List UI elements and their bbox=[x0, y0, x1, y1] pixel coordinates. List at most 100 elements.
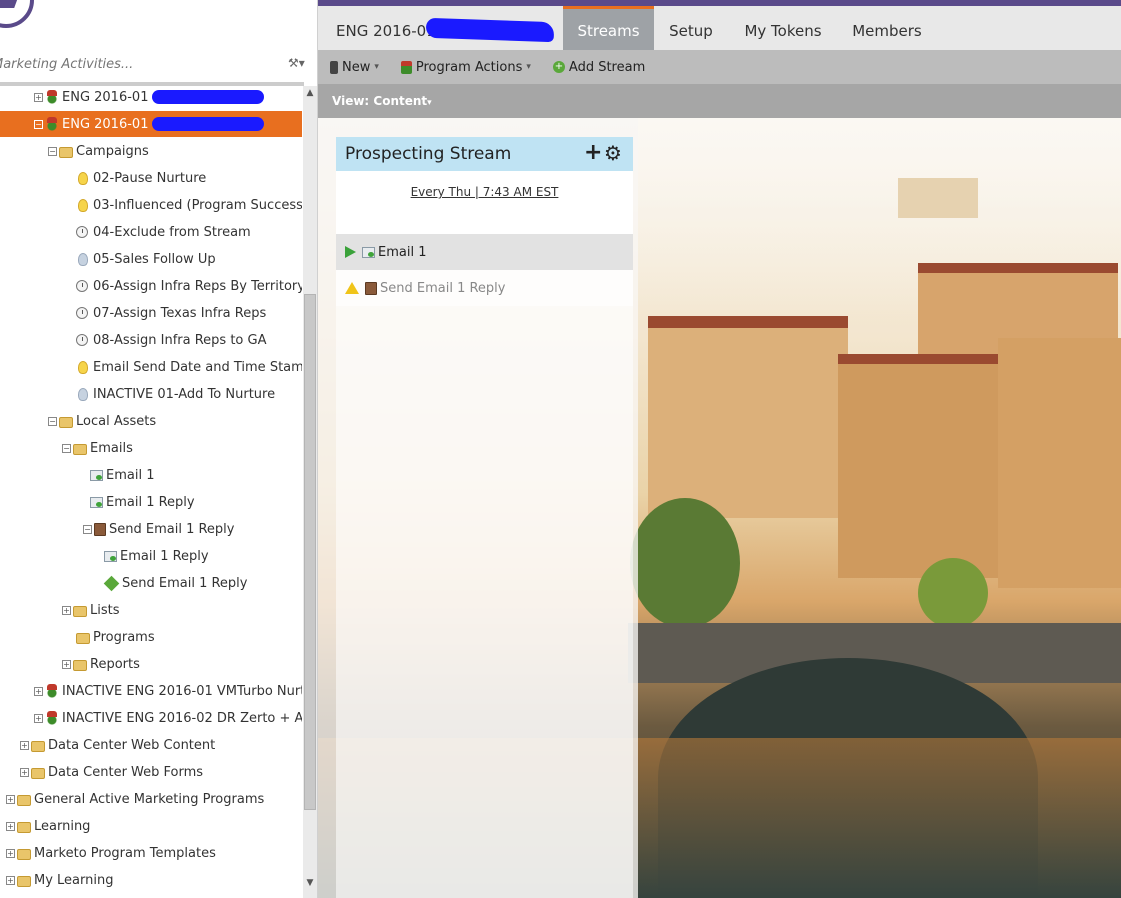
stream-cadence-link[interactable]: Every Thu | 7:43 AM EST bbox=[336, 185, 633, 199]
tree-item-label: 07-Assign Texas Infra Reps bbox=[93, 305, 267, 321]
expand-toggle-icon[interactable]: + bbox=[6, 821, 15, 831]
tree-item-label: Email 1 bbox=[106, 467, 155, 483]
tree-item[interactable]: Email 1 Reply bbox=[0, 543, 302, 569]
expand-toggle-icon[interactable]: + bbox=[34, 686, 43, 696]
marketing-activities-tree: + ENG 2016-01 − ENG 2016-01 − Campaigns 02-Pau… bbox=[0, 84, 302, 898]
scroll-down-arrow-icon[interactable]: ▼ bbox=[303, 878, 317, 892]
email-icon bbox=[90, 469, 103, 481]
tab-streams[interactable]: Streams bbox=[563, 6, 654, 50]
folder-icon bbox=[17, 848, 31, 860]
new-menu-button[interactable]: New ▾ bbox=[330, 60, 379, 75]
expand-toggle-icon[interactable]: + bbox=[20, 767, 29, 777]
left-navigation-panel: ⚒▾ + ENG 2016-01 − ENG 2016-01 − Campaigns 02-… bbox=[0, 0, 318, 898]
tree-item[interactable]: 07-Assign Texas Infra Reps bbox=[0, 300, 302, 326]
dropdown-arrow-icon: ▾ bbox=[526, 62, 531, 72]
view-content-dropdown[interactable]: View: Content bbox=[332, 94, 427, 108]
tree-item[interactable]: − Emails bbox=[0, 435, 302, 461]
scheduled-campaign-clock-icon bbox=[76, 334, 88, 346]
search-input[interactable] bbox=[0, 50, 280, 78]
tree-item[interactable]: 08-Assign Infra Reps to GA bbox=[0, 327, 302, 353]
tab-members[interactable]: Members bbox=[840, 6, 934, 50]
collapse-toggle-icon[interactable]: − bbox=[48, 146, 57, 156]
folder-icon bbox=[73, 605, 87, 617]
tree-item[interactable]: − Campaigns bbox=[0, 138, 302, 164]
expand-toggle-icon[interactable]: + bbox=[62, 659, 71, 669]
collapse-toggle-icon[interactable]: − bbox=[62, 443, 71, 453]
collapse-toggle-icon[interactable]: − bbox=[83, 524, 92, 534]
folder-icon bbox=[73, 659, 87, 671]
tree-item[interactable]: + Data Center Web Content bbox=[0, 732, 302, 758]
tree-item[interactable]: Email 1 bbox=[0, 462, 302, 488]
tree-item[interactable]: − Local Assets bbox=[0, 408, 302, 434]
expand-toggle-icon[interactable]: + bbox=[6, 794, 15, 804]
expand-toggle-icon[interactable]: + bbox=[34, 713, 43, 723]
collapse-toggle-icon[interactable]: − bbox=[48, 416, 57, 426]
add-content-plus-icon[interactable]: + bbox=[584, 142, 602, 164]
scheduled-campaign-clock-icon bbox=[76, 307, 88, 319]
collapse-toggle-icon[interactable]: − bbox=[34, 119, 43, 129]
tree-item-label: INACTIVE 01-Add To Nurture bbox=[93, 386, 276, 402]
scroll-up-arrow-icon[interactable]: ▲ bbox=[303, 88, 317, 102]
tree-item-label: My Learning bbox=[34, 872, 114, 888]
tree-item[interactable]: + Marketo Program Templates bbox=[0, 840, 302, 866]
tree-item[interactable]: + INACTIVE ENG 2016-01 VMTurbo Nurture bbox=[0, 678, 302, 704]
add-stream-button[interactable]: + Add Stream bbox=[552, 60, 645, 75]
tree-item[interactable]: + Learning bbox=[0, 813, 302, 839]
tree-item-label: Data Center Web Forms bbox=[48, 764, 204, 780]
tab-setup[interactable]: Setup bbox=[656, 6, 726, 50]
tree-item[interactable]: Email Send Date and Time Stamp bbox=[0, 354, 302, 380]
expand-toggle-icon[interactable]: + bbox=[62, 605, 71, 615]
tree-item[interactable]: + General Active Marketing Programs bbox=[0, 786, 302, 812]
tree-item-label: Email 1 Reply bbox=[106, 494, 195, 510]
stream-content-item[interactable]: Email 1 bbox=[336, 234, 633, 270]
filter-search-icon[interactable]: ⚒▾ bbox=[288, 56, 312, 72]
tree-item[interactable]: 05-Sales Follow Up bbox=[0, 246, 302, 272]
tree-scrollbar-thumb[interactable] bbox=[304, 294, 316, 810]
folder-icon bbox=[17, 821, 31, 833]
scheduled-campaign-clock-icon bbox=[76, 280, 88, 292]
tree-item[interactable]: 03-Influenced (Program Success) bbox=[0, 192, 302, 218]
folder-icon bbox=[17, 875, 31, 887]
tree-item[interactable]: + My Learning bbox=[0, 867, 302, 893]
tree-item[interactable]: + Reports bbox=[0, 651, 302, 677]
prospecting-stream-panel: Prospecting Stream + ⚙ Every Thu | 7:43 … bbox=[336, 137, 633, 898]
tree-item[interactable]: 06-Assign Infra Reps By Territory bbox=[0, 273, 302, 299]
smart-campaign-bulb-icon bbox=[78, 360, 88, 374]
tree-item[interactable]: − Send Email 1 Reply bbox=[0, 516, 302, 542]
expand-toggle-icon[interactable]: + bbox=[6, 875, 15, 885]
tab-my-tokens[interactable]: My Tokens bbox=[734, 6, 832, 50]
tree-item[interactable]: − ENG 2016-01 bbox=[0, 111, 302, 137]
dropdown-arrow-icon: ▾ bbox=[427, 98, 432, 108]
tree-item-label: 05-Sales Follow Up bbox=[93, 251, 216, 267]
tree-item[interactable]: + INACTIVE ENG 2016-02 DR Zerto + Actifio bbox=[0, 705, 302, 731]
expand-toggle-icon[interactable]: + bbox=[20, 740, 29, 750]
tree-item[interactable]: 04-Exclude from Stream bbox=[0, 219, 302, 245]
program-book-icon bbox=[365, 281, 377, 295]
tree-item[interactable]: + ENG 2016-01 bbox=[0, 84, 302, 110]
tree-item-label: Send Email 1 Reply bbox=[122, 575, 248, 591]
expand-toggle-icon[interactable]: + bbox=[34, 92, 43, 102]
tree-item[interactable]: INACTIVE 01-Add To Nurture bbox=[0, 381, 302, 407]
program-asset-icon bbox=[103, 575, 120, 591]
tree-item-label: Lists bbox=[90, 602, 120, 618]
stream-content-item[interactable]: Send Email 1 Reply bbox=[336, 270, 633, 306]
smart-campaign-bulb-icon bbox=[78, 198, 88, 212]
action-toolbar: New ▾ Program Actions ▾ + Add Stream bbox=[318, 50, 1121, 84]
marketo-logo[interactable] bbox=[0, 0, 34, 28]
tree-item-label: General Active Marketing Programs bbox=[34, 791, 265, 807]
stream-item-label: Email 1 bbox=[378, 244, 427, 260]
expand-toggle-icon[interactable]: + bbox=[6, 848, 15, 858]
tree-item-label: 08-Assign Infra Reps to GA bbox=[93, 332, 267, 348]
tree-item[interactable]: 02-Pause Nurture bbox=[0, 165, 302, 191]
tree-item-label: Learning bbox=[34, 818, 91, 834]
tree-item[interactable]: + Data Center Web Forms bbox=[0, 759, 302, 785]
gear-icon[interactable]: ⚙ bbox=[604, 141, 622, 165]
tree-item[interactable]: Email 1 Reply bbox=[0, 489, 302, 515]
stream-title: Prospecting Stream bbox=[345, 144, 512, 164]
program-title: ENG 2016-01 bbox=[336, 22, 436, 40]
tree-item[interactable]: Programs bbox=[0, 624, 302, 650]
program-icon bbox=[45, 117, 59, 131]
tree-item[interactable]: Send Email 1 Reply bbox=[0, 570, 302, 596]
program-actions-button[interactable]: Program Actions ▾ bbox=[400, 60, 531, 75]
tree-item[interactable]: + Lists bbox=[0, 597, 302, 623]
